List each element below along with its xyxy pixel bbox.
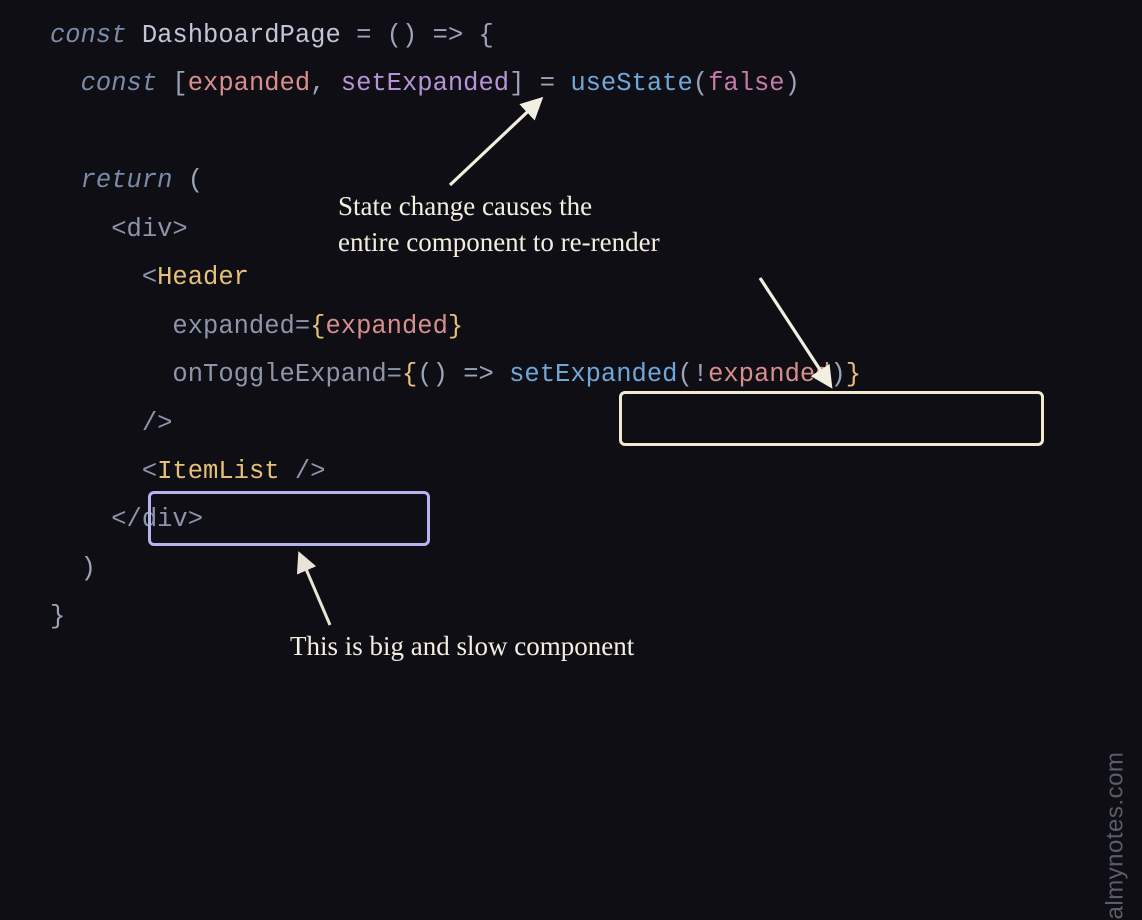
var-expanded: expanded bbox=[708, 360, 830, 389]
keyword-const: const bbox=[50, 69, 172, 98]
paren-close: ) bbox=[50, 554, 96, 583]
jsx-brace-open: { bbox=[402, 360, 417, 389]
annotation-slow-component: This is big and slow component bbox=[290, 628, 930, 664]
code-block: const DashboardPage = () => { const [exp… bbox=[50, 12, 861, 642]
component-header: Header bbox=[157, 263, 249, 292]
angle-open: < bbox=[50, 457, 157, 486]
paren-open: ( bbox=[188, 166, 203, 195]
var-expanded: expanded bbox=[325, 312, 447, 341]
jsx-brace-close: } bbox=[448, 312, 463, 341]
component-itemlist: ItemList bbox=[157, 457, 279, 486]
angle-open: < bbox=[50, 263, 157, 292]
bracket-close: ] bbox=[509, 69, 524, 98]
var-set-expanded: setExpanded bbox=[341, 69, 509, 98]
identifier-component: DashboardPage bbox=[142, 21, 341, 50]
keyword-const: const bbox=[50, 21, 142, 50]
arrow-fn-decl: = () => { bbox=[341, 21, 494, 50]
annotation-state-change: State change causes theentire component … bbox=[338, 188, 1018, 261]
keyword-return: return bbox=[50, 166, 188, 195]
attr-ontoggle: onToggleExpand= bbox=[50, 360, 402, 389]
tag-self-close: /> bbox=[280, 457, 326, 486]
paren-close: ) bbox=[785, 69, 800, 98]
brace-close: } bbox=[50, 602, 65, 631]
jsx-brace-close: } bbox=[846, 360, 861, 389]
paren-close: ) bbox=[830, 360, 845, 389]
paren-open: ( bbox=[693, 69, 708, 98]
paren-open: ( bbox=[677, 360, 692, 389]
var-expanded: expanded bbox=[188, 69, 310, 98]
jsx-brace-open: { bbox=[310, 312, 325, 341]
attr-expanded: expanded= bbox=[50, 312, 310, 341]
tag-self-close: /> bbox=[50, 409, 172, 438]
bracket-open: [ bbox=[172, 69, 187, 98]
op-not: ! bbox=[693, 360, 708, 389]
equals: = bbox=[524, 69, 570, 98]
tag-div-close: </div> bbox=[50, 505, 203, 534]
watermark: almynotes.com bbox=[1092, 752, 1138, 920]
fn-usestate: useState bbox=[570, 69, 692, 98]
comma: , bbox=[310, 69, 341, 98]
literal-false: false bbox=[708, 69, 785, 98]
tag-div-open: <div> bbox=[50, 215, 188, 244]
arrow-fn: () => bbox=[417, 360, 509, 389]
fn-set-expanded: setExpanded bbox=[509, 360, 677, 389]
